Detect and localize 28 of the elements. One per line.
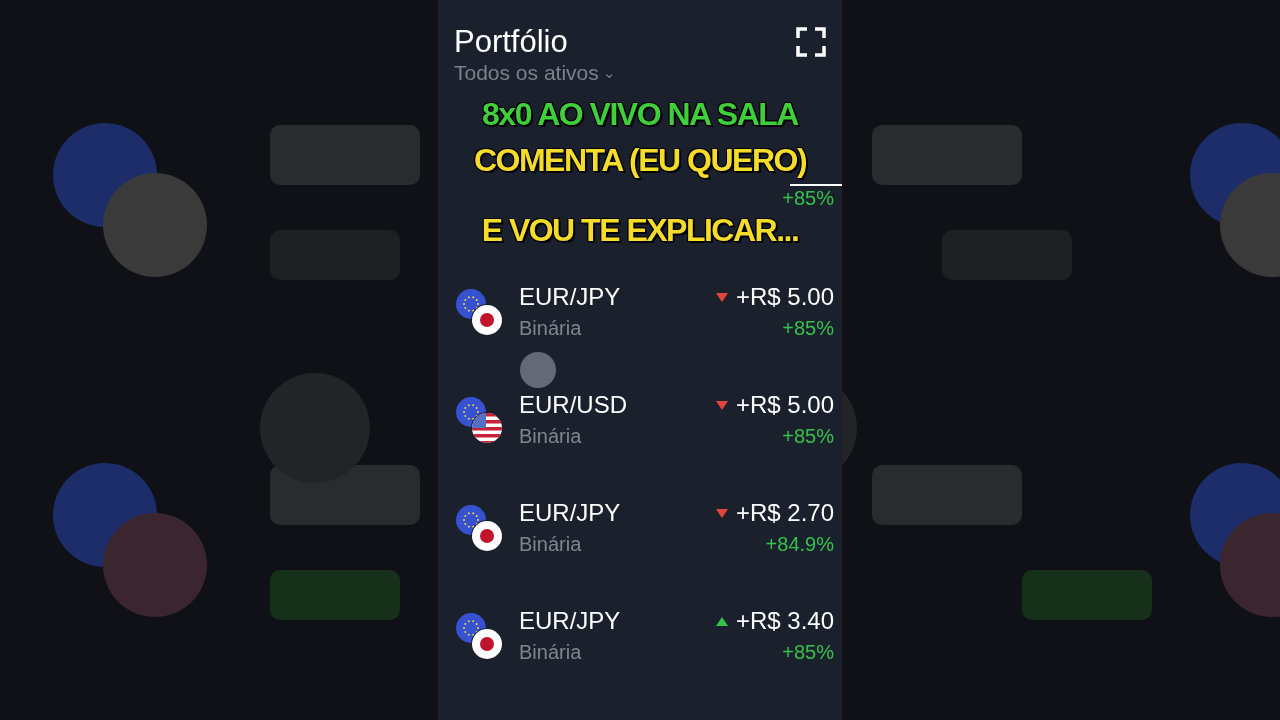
currency-flags-icon: [456, 288, 503, 336]
currency-flags-icon: [456, 612, 503, 660]
fullscreen-icon[interactable]: [796, 27, 826, 57]
caption-text: E VOU TE EXPLICAR...: [481, 212, 799, 248]
trade-type: Binária: [519, 532, 583, 557]
page-title: Portfólio: [454, 24, 568, 60]
trade-type: Binária: [519, 424, 583, 449]
asset-name: EUR/JPY: [519, 498, 622, 528]
caption-text: COMENTA (EU QUERO): [473, 142, 807, 178]
currency-flags-icon: [456, 396, 503, 444]
profit-amount: +R$ 5.00: [735, 390, 834, 420]
profit-amount: +R$ 2.70: [735, 498, 834, 528]
trade-type: Binária: [519, 640, 583, 665]
payout-percent: +84.9%: [764, 532, 834, 557]
profit-amount: +R$ 5.00: [735, 282, 834, 312]
asset-name: EUR/JPY: [519, 606, 622, 636]
asset-name: EUR/USD: [519, 390, 628, 420]
currency-flags-icon: [456, 504, 503, 552]
payout-percent: +85%: [781, 640, 834, 665]
asset-name: EUR/JPY: [519, 282, 622, 312]
caret-icon: ⌄: [602, 60, 616, 86]
trade-type: Binária: [519, 316, 583, 341]
caption-text: 8x0 AO VIVO NA SALA: [482, 96, 798, 132]
payout-percent: +85%: [781, 424, 834, 449]
payout-percent: +85%: [782, 186, 834, 210]
profit-amount: +R$ 3.40: [735, 606, 834, 636]
filter-dropdown[interactable]: Todos os ativos ⌄: [454, 60, 616, 86]
payout-percent: +85%: [781, 316, 834, 341]
